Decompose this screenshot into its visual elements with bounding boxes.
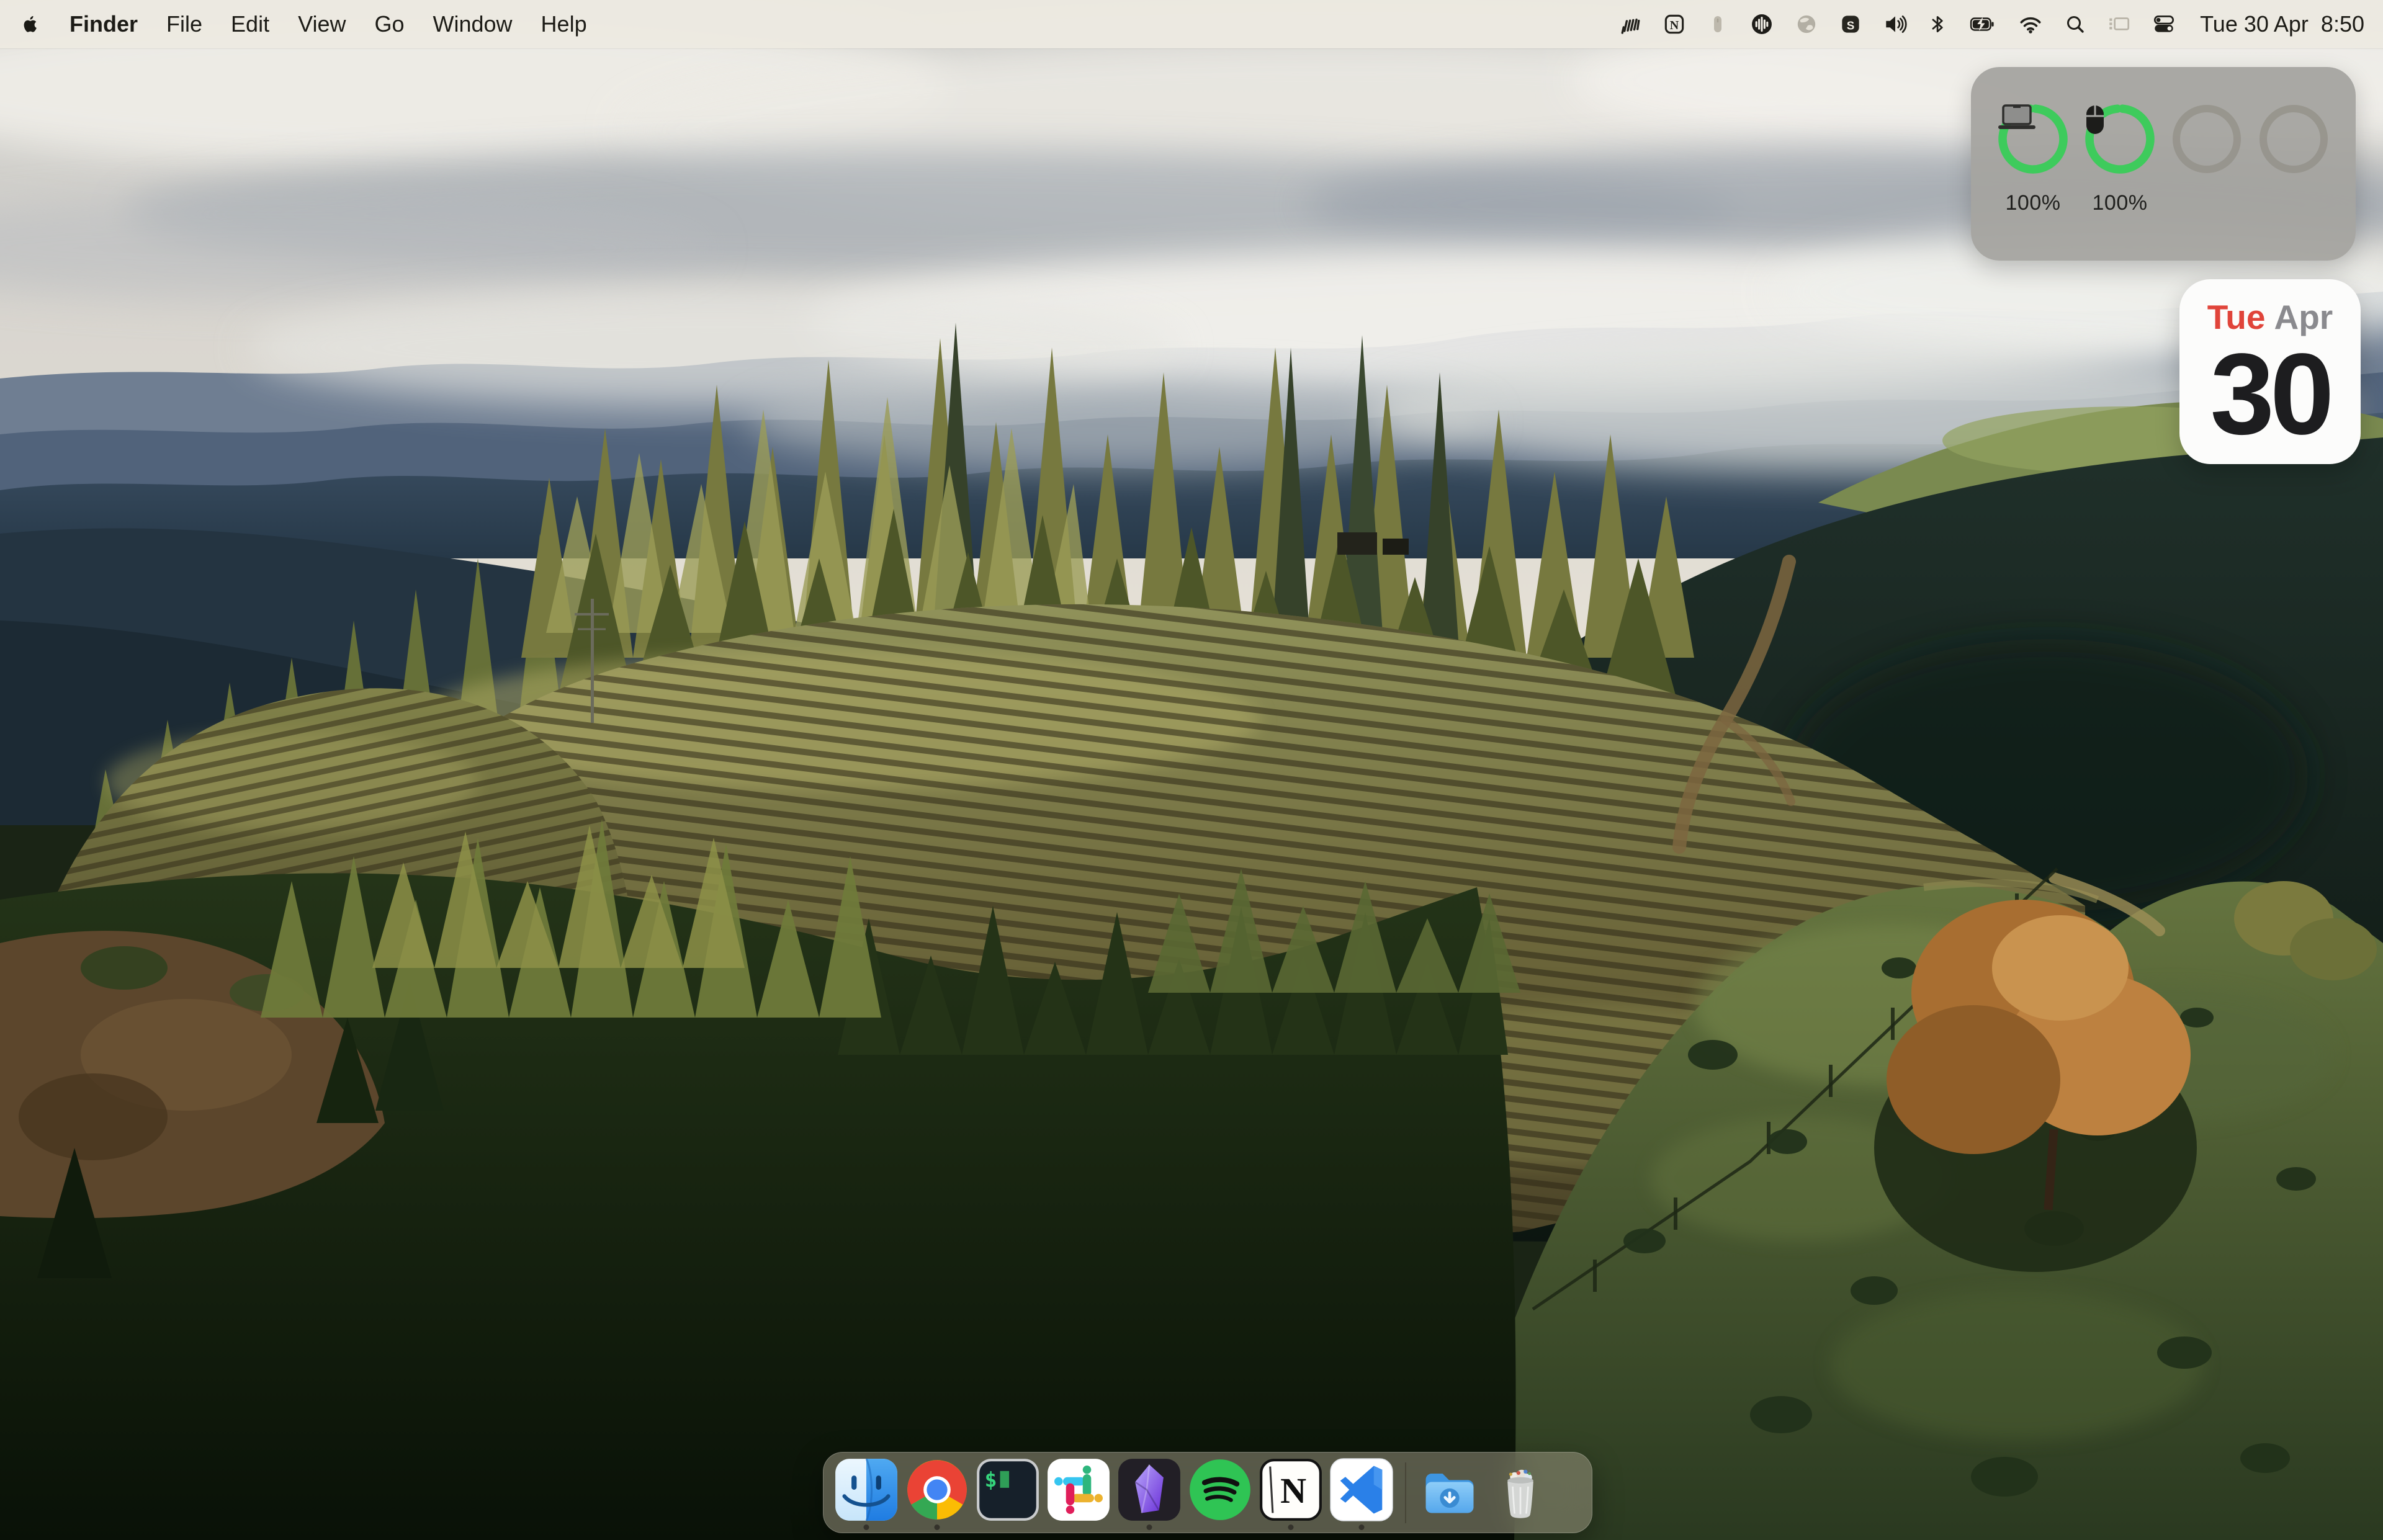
- menu-item-file[interactable]: File: [166, 11, 202, 37]
- screen-mirroring-icon[interactable]: [2106, 11, 2133, 37]
- menu-item-view[interactable]: View: [298, 11, 346, 37]
- svg-text:S: S: [1847, 19, 1855, 32]
- running-indicator: [1359, 1524, 1365, 1530]
- hatched-brush-icon[interactable]: [1617, 11, 1643, 37]
- notion-status-icon[interactable]: N: [1661, 11, 1687, 37]
- running-indicator: [1288, 1524, 1294, 1530]
- menu-item-go[interactable]: Go: [374, 11, 404, 37]
- dock: $: [823, 1452, 1592, 1533]
- dock-slack-icon[interactable]: [1046, 1453, 1111, 1533]
- mouse-battery-icon[interactable]: [1705, 11, 1730, 37]
- dock-spotify-icon[interactable]: [1188, 1453, 1252, 1533]
- svg-text:$: $: [985, 1467, 997, 1492]
- dock-trash-icon[interactable]: [1488, 1453, 1553, 1533]
- menu-item-window[interactable]: Window: [433, 11, 513, 37]
- menu-item-edit[interactable]: Edit: [231, 11, 269, 37]
- laptop-icon: [1997, 103, 2069, 175]
- running-indicator: [1147, 1524, 1152, 1530]
- s-app-icon[interactable]: S: [1838, 11, 1864, 37]
- battery-percent-mouse: 100%: [2093, 191, 2148, 217]
- battery-slot-macbook: 100%: [1997, 103, 2069, 217]
- menu-bar-left: Finder File Edit View Go Window Help: [19, 11, 587, 38]
- battery-percent-macbook: 100%: [2006, 191, 2061, 217]
- menu-bar: Finder File Edit View Go Window Help N: [0, 0, 2383, 48]
- calendar-day-number: 30: [2179, 337, 2361, 452]
- dock-obsidian-icon[interactable]: [1117, 1453, 1182, 1533]
- dock-finder-icon[interactable]: [834, 1453, 899, 1533]
- audio-waveform-icon[interactable]: [1748, 11, 1775, 38]
- spotlight-icon[interactable]: [2063, 11, 2088, 37]
- running-indicator: [864, 1524, 869, 1530]
- dock-terminal-icon[interactable]: $: [976, 1453, 1040, 1533]
- menu-item-help[interactable]: Help: [541, 11, 587, 37]
- bluetooth-icon[interactable]: [1927, 11, 1949, 37]
- calendar-header: TueApr: [2179, 300, 2361, 334]
- running-indicator: [935, 1524, 940, 1530]
- menu-bar-status-area: N: [1617, 11, 2364, 38]
- dock-chrome-icon[interactable]: [905, 1453, 969, 1533]
- menu-bar-clock[interactable]: Tue 30 Apr 8:50: [2200, 11, 2364, 37]
- mouse-icon: [2084, 103, 2156, 175]
- svg-text:N: N: [1670, 19, 1679, 32]
- dock-notion-icon[interactable]: N: [1259, 1453, 1323, 1533]
- battery-ring-inactive: [2171, 103, 2243, 175]
- wifi-icon[interactable]: [2016, 11, 2045, 37]
- battery-slot-empty: [2171, 103, 2243, 217]
- battery-slot-mouse: 100%: [2084, 103, 2156, 217]
- control-center-icon[interactable]: [2151, 11, 2177, 37]
- globe-icon[interactable]: [1793, 11, 1820, 37]
- battery-ring-active: [2084, 103, 2156, 175]
- menu-app-name[interactable]: Finder: [70, 11, 138, 37]
- apple-menu-icon[interactable]: [19, 11, 41, 38]
- dock-separator: [1405, 1462, 1406, 1523]
- svg-text:N: N: [1280, 1471, 1306, 1511]
- batteries-widget[interactable]: 100% 100%: [1971, 67, 2356, 261]
- battery-charging-icon[interactable]: [1967, 11, 1998, 37]
- volume-icon[interactable]: [1882, 11, 1909, 37]
- battery-ring-active: [1997, 103, 2069, 175]
- dock-downloads-folder-icon[interactable]: [1417, 1453, 1482, 1533]
- battery-slot-empty: [2258, 103, 2330, 217]
- battery-ring-inactive: [2258, 103, 2330, 175]
- dock-vscode-icon[interactable]: [1329, 1453, 1394, 1533]
- calendar-widget[interactable]: TueApr 30: [2179, 279, 2361, 464]
